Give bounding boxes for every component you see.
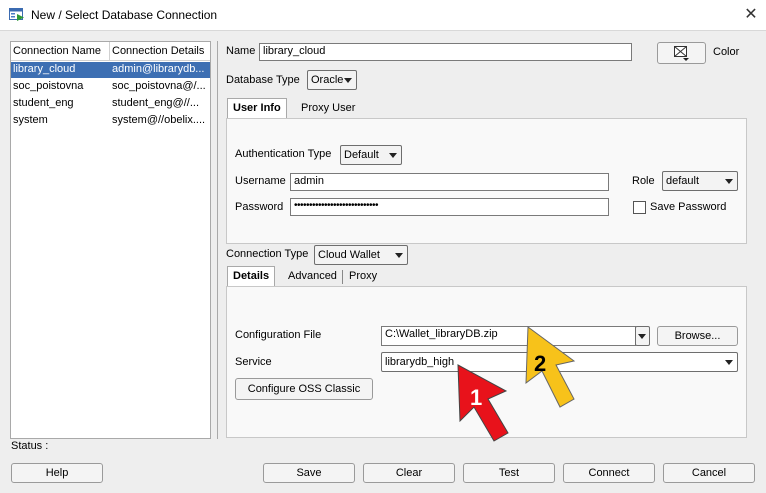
configure-oss-classic-button[interactable]: Configure OSS Classic [235, 378, 373, 400]
connection-row-library-cloud[interactable]: library_cloud admin@librarydb... [11, 62, 210, 78]
name-input[interactable]: library_cloud [259, 43, 632, 61]
configuration-file-history-button[interactable] [635, 326, 650, 346]
connection-name: library_cloud [13, 63, 76, 75]
connection-row-soc-poistovna[interactable]: soc_poistovna soc_poistovna@/... [11, 79, 210, 95]
role-value: default [666, 175, 700, 187]
annotation-arrow-1-label: 1 [470, 385, 482, 410]
color-label: Color [713, 46, 740, 58]
database-connection-icon [9, 8, 24, 21]
authentication-type-label: Authentication Type [235, 148, 332, 160]
connection-row-student-eng[interactable]: student_eng student_eng@//... [11, 96, 210, 112]
annotation-arrow-2-label: 2 [534, 351, 546, 376]
tab-details[interactable]: Details [227, 266, 276, 287]
color-picker-button[interactable] [657, 42, 706, 64]
close-icon[interactable]: ✕ [741, 5, 761, 25]
connection-row-system[interactable]: system system@//obelix.... [11, 113, 210, 129]
tab-separator [342, 270, 343, 284]
connect-button[interactable]: Connect [563, 463, 655, 483]
connection-type-label: Connection Type [226, 248, 309, 260]
annotation-arrow-1: 1 [457, 364, 509, 442]
chevron-down-icon [725, 360, 733, 365]
connection-details: system@//obelix.... [112, 114, 206, 126]
column-header-connection-name[interactable]: Connection Name [13, 45, 101, 57]
role-select[interactable]: default [662, 171, 738, 191]
connection-type-value: Cloud Wallet [318, 249, 380, 261]
password-label: Password [235, 201, 284, 213]
name-label: Name [226, 45, 256, 57]
tab-proxy[interactable]: Proxy [344, 267, 382, 287]
connection-name: student_eng [13, 97, 74, 109]
column-header-connection-details[interactable]: Connection Details [112, 45, 204, 57]
save-password-label: Save Password [650, 201, 727, 213]
connection-name: system [13, 114, 48, 126]
window-title: New / Select Database Connection [31, 8, 218, 22]
help-button[interactable]: Help [11, 463, 103, 483]
authentication-type-value: Default [344, 149, 379, 161]
service-value: librarydb_high [385, 356, 455, 368]
chevron-down-icon [344, 78, 352, 83]
connection-list-header: Connection Name Connection Details [11, 42, 210, 61]
tab-proxy-user[interactable]: Proxy User [296, 99, 360, 119]
save-button[interactable]: Save [263, 463, 355, 483]
username-input[interactable]: admin [290, 173, 609, 191]
database-type-label: Database Type [226, 74, 300, 86]
connection-type-select[interactable]: Cloud Wallet [314, 245, 408, 265]
chevron-down-icon [638, 334, 646, 339]
splitter[interactable] [217, 41, 218, 439]
title-bar: New / Select Database Connection ✕ [0, 0, 766, 31]
column-divider[interactable] [109, 42, 110, 60]
annotation-arrow-2: 2 [525, 326, 576, 408]
authentication-type-select[interactable]: Default [340, 145, 402, 165]
test-button[interactable]: Test [463, 463, 555, 483]
configuration-file-label: Configuration File [235, 329, 322, 341]
status-label: Status : [11, 440, 49, 452]
cancel-button[interactable]: Cancel [663, 463, 755, 483]
username-label: Username [235, 175, 286, 187]
color-swatch-icon [673, 46, 689, 61]
password-input[interactable]: •••••••••••••••••••••••••••• [290, 198, 609, 216]
chevron-down-icon [725, 179, 733, 184]
chevron-down-icon [389, 153, 397, 158]
connection-name: soc_poistovna [13, 80, 84, 92]
connection-details: student_eng@//... [112, 97, 200, 109]
browse-button[interactable]: Browse... [657, 326, 738, 346]
tab-user-info[interactable]: User Info [227, 98, 287, 119]
service-label: Service [235, 356, 272, 368]
role-label: Role [632, 175, 655, 187]
save-password-checkbox[interactable] [633, 201, 646, 214]
connection-list: Connection Name Connection Details libra… [10, 41, 211, 439]
chevron-down-icon [395, 253, 403, 258]
database-type-select[interactable]: Oracle [307, 70, 357, 90]
connection-details: soc_poistovna@/... [112, 80, 206, 92]
clear-button[interactable]: Clear [363, 463, 455, 483]
tab-advanced[interactable]: Advanced [283, 267, 342, 287]
database-type-value: Oracle [311, 74, 344, 86]
connection-details: admin@librarydb... [112, 63, 205, 75]
